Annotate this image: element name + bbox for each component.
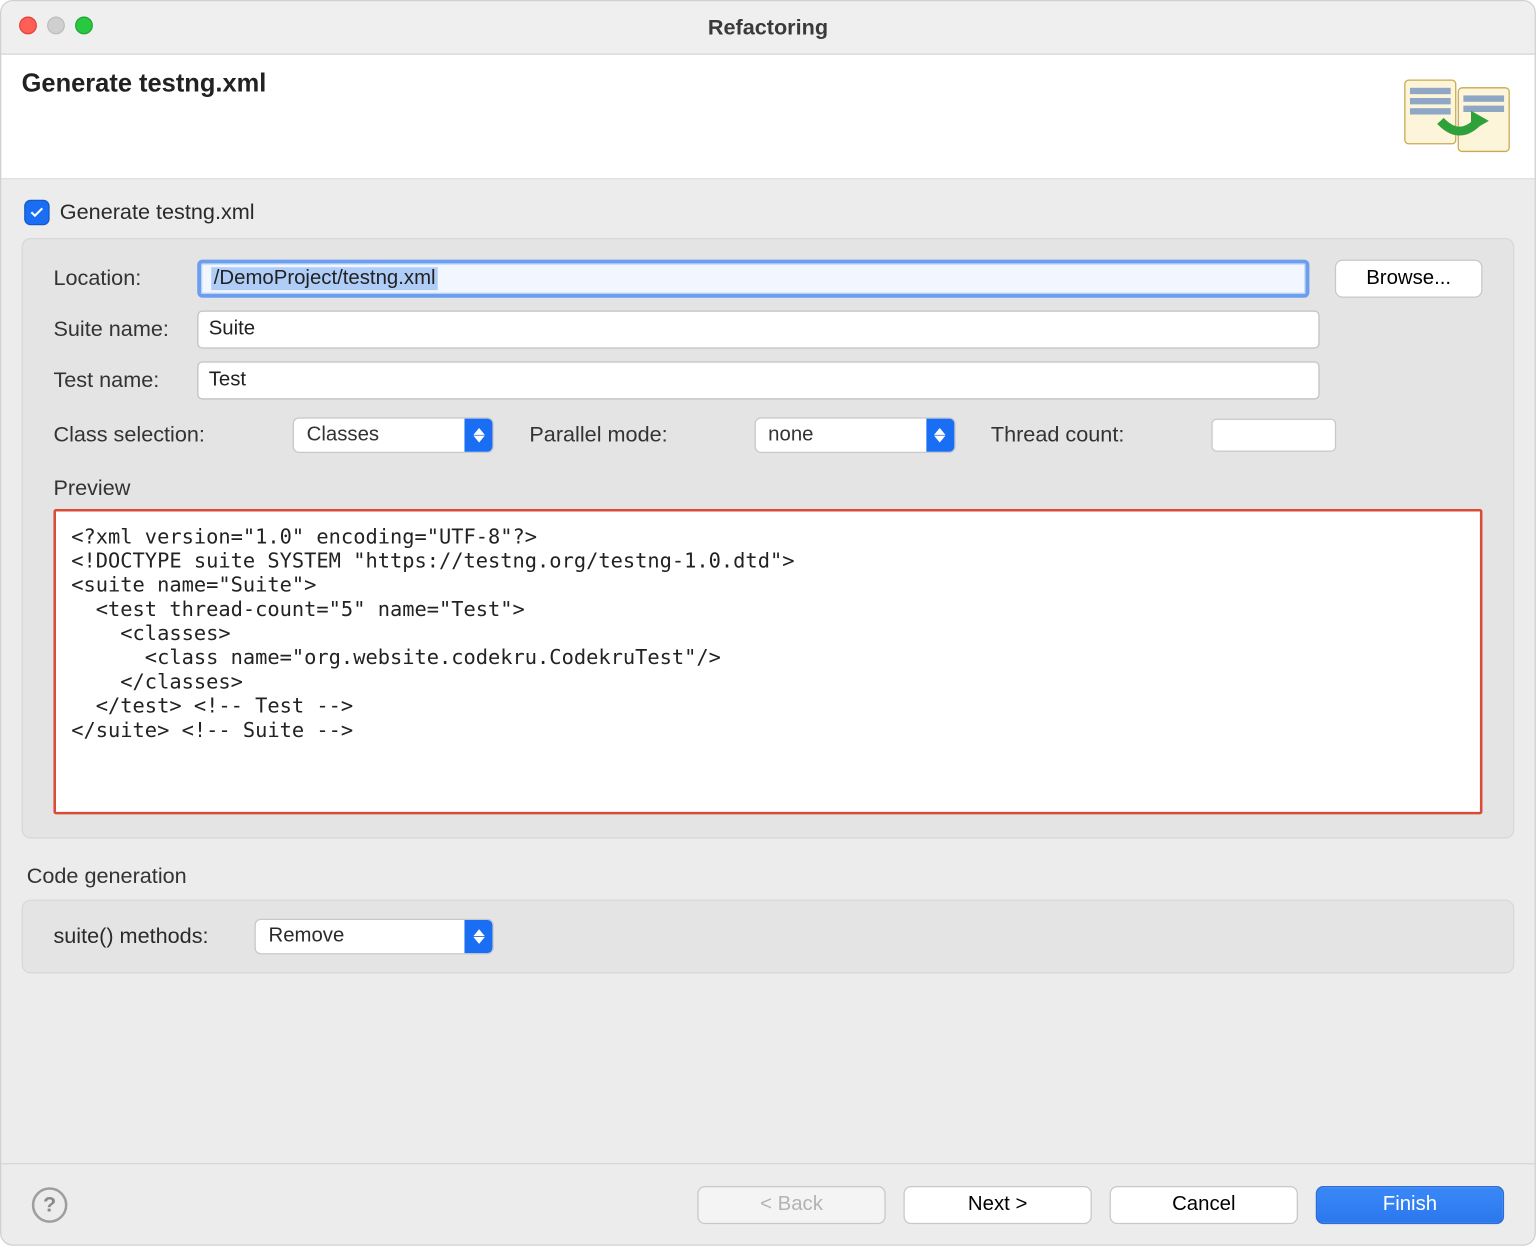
suite-methods-label: suite() methods:	[53, 924, 231, 949]
code-generation-label: Code generation	[27, 864, 1515, 889]
browse-button[interactable]: Browse...	[1335, 260, 1483, 298]
cancel-button[interactable]: Cancel	[1110, 1185, 1298, 1223]
next-button[interactable]: Next >	[903, 1185, 1091, 1223]
preview-textarea[interactable]: <?xml version="1.0" encoding="UTF-8"?> <…	[53, 509, 1482, 814]
titlebar: Refactoring	[1, 1, 1534, 54]
location-value: /DemoProject/testng.xml	[211, 267, 438, 290]
thread-count-label: Thread count:	[991, 422, 1124, 447]
body: Generate testng.xml Location: /DemoProje…	[1, 179, 1534, 1163]
banner: Generate testng.xml	[1, 55, 1534, 180]
window-title: Refactoring	[708, 15, 828, 40]
class-selection-label: Class selection:	[53, 422, 269, 447]
generate-checkbox-row: Generate testng.xml	[24, 200, 1512, 225]
class-selection-value: Classes	[307, 424, 379, 447]
finish-button[interactable]: Finish	[1316, 1185, 1504, 1223]
class-selection-select[interactable]: Classes	[293, 417, 494, 453]
thread-count-input[interactable]	[1211, 419, 1336, 452]
suite-methods-select[interactable]: Remove	[255, 919, 494, 955]
help-button[interactable]: ?	[32, 1187, 68, 1223]
close-icon[interactable]	[19, 17, 37, 35]
refactoring-dialog: Refactoring Generate testng.xml Generate…	[0, 0, 1536, 1246]
footer: ? < Back Next > Cancel Finish	[1, 1163, 1534, 1244]
parallel-mode-label: Parallel mode:	[529, 422, 667, 447]
suite-name-input[interactable]	[197, 310, 1319, 348]
zoom-icon[interactable]	[75, 17, 93, 35]
generate-checkbox[interactable]	[24, 200, 49, 225]
location-input[interactable]: /DemoProject/testng.xml	[197, 260, 1309, 298]
test-name-input[interactable]	[197, 361, 1319, 399]
location-label: Location:	[53, 266, 187, 291]
minimize-icon[interactable]	[47, 17, 65, 35]
parallel-mode-select[interactable]: none	[754, 417, 955, 453]
parallel-mode-value: none	[768, 424, 813, 447]
chevron-up-down-icon	[926, 419, 954, 452]
test-name-label: Test name:	[53, 368, 187, 393]
generate-checkbox-label: Generate testng.xml	[60, 200, 255, 225]
suite-methods-value: Remove	[268, 925, 344, 948]
code-generation-panel: suite() methods: Remove	[22, 900, 1515, 974]
chevron-up-down-icon	[464, 920, 492, 953]
window-controls	[19, 17, 93, 35]
back-button: < Back	[697, 1185, 885, 1223]
wizard-icon	[1400, 70, 1515, 159]
suite-name-label: Suite name:	[53, 317, 187, 342]
chevron-up-down-icon	[464, 419, 492, 452]
preview-label: Preview	[53, 476, 1482, 501]
page-title: Generate testng.xml	[22, 70, 267, 99]
main-panel: Location: /DemoProject/testng.xml Browse…	[22, 238, 1515, 839]
